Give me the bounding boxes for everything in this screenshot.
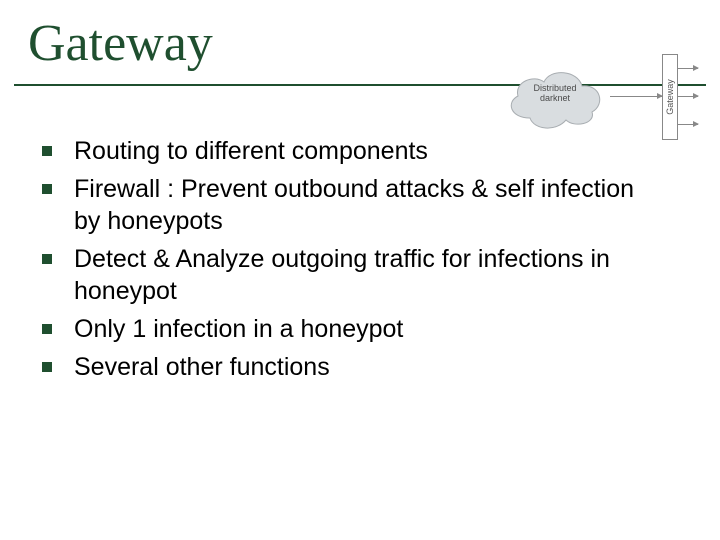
square-bullet-icon [42, 324, 52, 334]
list-item: Detect & Analyze outgoing traffic for in… [42, 243, 662, 307]
list-item: Only 1 infection in a honeypot [42, 313, 662, 345]
bullet-text: Several other functions [74, 351, 662, 383]
square-bullet-icon [42, 362, 52, 372]
arrow-out-3 [678, 124, 698, 125]
list-item: Several other functions [42, 351, 662, 383]
bullet-text: Routing to different components [74, 135, 662, 167]
arrow-out-2 [678, 96, 698, 97]
slide: Gateway Distributed darknet Gateway Rout… [0, 0, 720, 540]
bullet-text: Firewall : Prevent outbound attacks & se… [74, 173, 662, 237]
bullet-list: Routing to different components Firewall… [42, 135, 662, 389]
list-item: Routing to different components [42, 135, 662, 167]
cloud-label: Distributed darknet [500, 84, 610, 104]
cloud-label-line1: Distributed [533, 83, 576, 93]
arrow-cloud-to-gateway [610, 96, 662, 97]
cloud-label-line2: darknet [540, 93, 570, 103]
bullet-text: Only 1 infection in a honeypot [74, 313, 662, 345]
square-bullet-icon [42, 254, 52, 264]
gateway-box-label: Gateway [665, 79, 675, 115]
slide-title: Gateway [28, 14, 213, 73]
square-bullet-icon [42, 184, 52, 194]
gateway-box: Gateway [662, 54, 678, 140]
list-item: Firewall : Prevent outbound attacks & se… [42, 173, 662, 237]
diagram: Distributed darknet Gateway [500, 50, 700, 142]
arrow-out-1 [678, 68, 698, 69]
square-bullet-icon [42, 146, 52, 156]
bullet-text: Detect & Analyze outgoing traffic for in… [74, 243, 662, 307]
